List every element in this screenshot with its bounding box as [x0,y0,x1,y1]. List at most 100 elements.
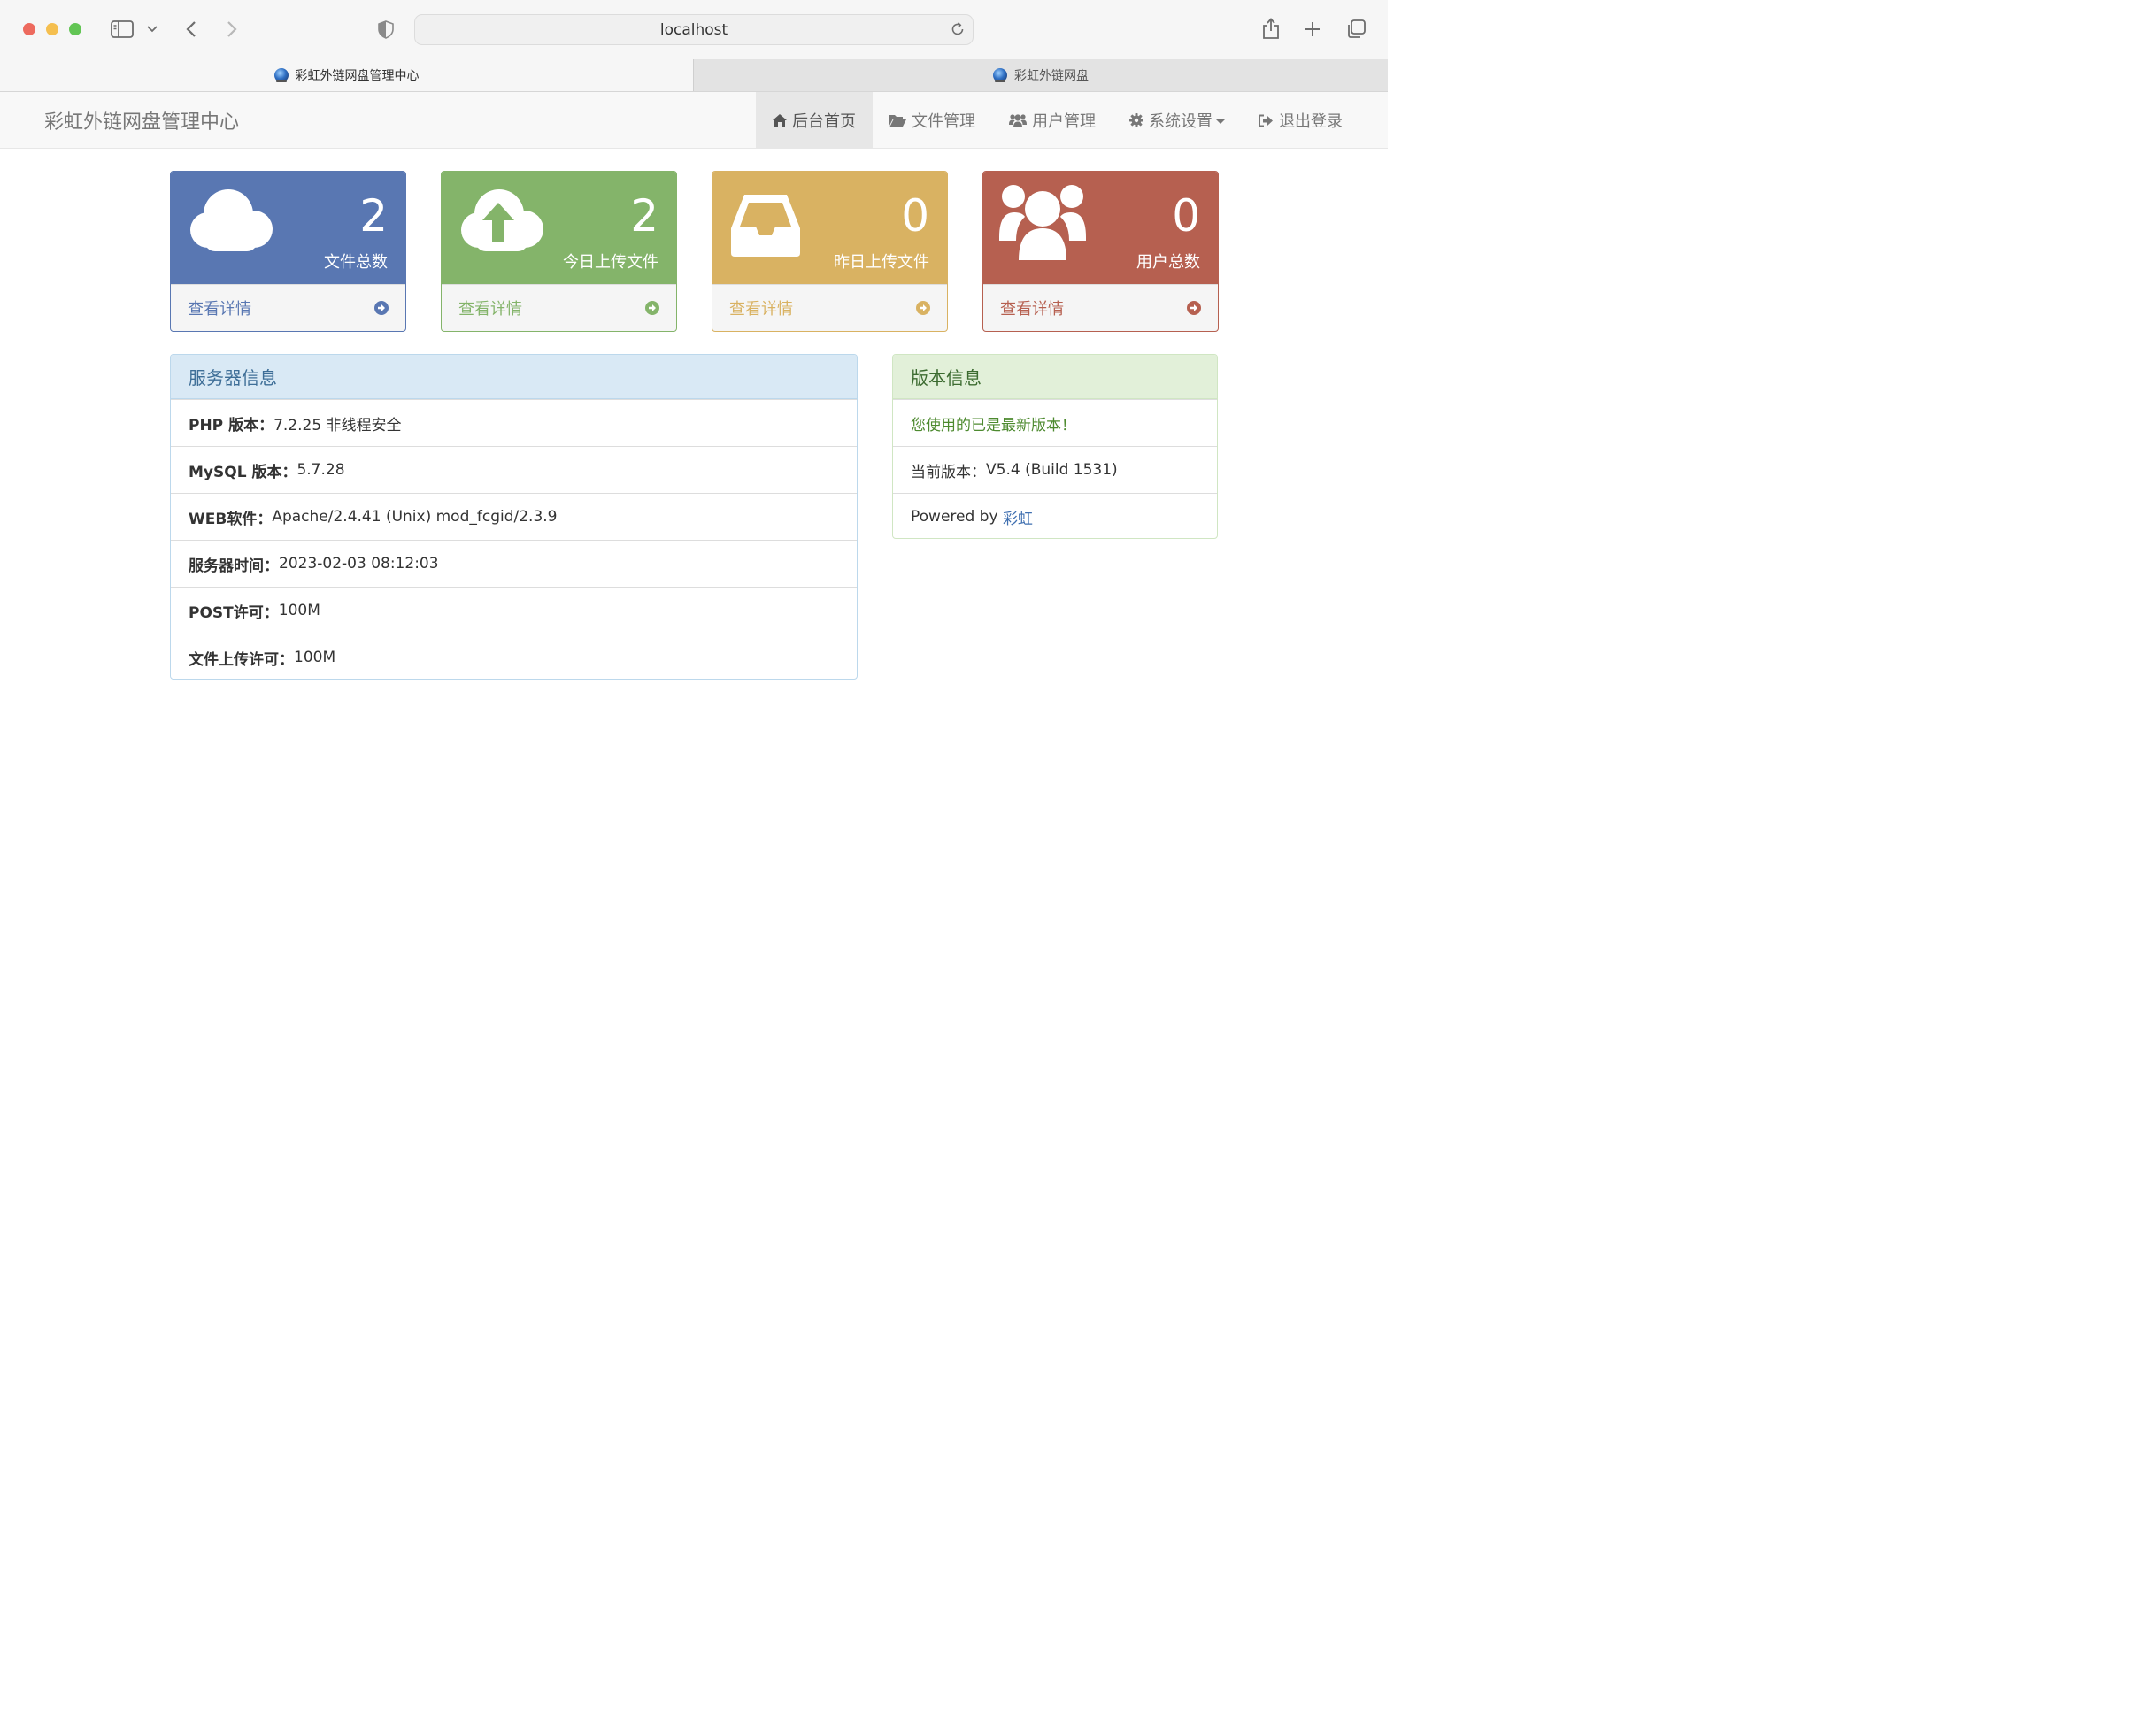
arrow-circle-right-icon [374,301,389,315]
cloud-upload-icon [461,189,543,251]
sidebar-toggle-icon[interactable] [110,19,135,40]
info-row-mysql: MySQL 版本： 5.7.28 [171,446,857,493]
close-window-button[interactable] [23,23,35,35]
stat-panel-today-uploads: 2 今日上传文件 查看详情 [441,171,677,332]
panel-title: 服务器信息 [171,355,857,399]
stat-panel-heading: 0 昨日上传文件 [712,172,947,284]
info-value: Apache/2.4.41 (Unix) mod_fcgid/2.3.9 [272,508,558,526]
nav-file-management[interactable]: 文件管理 [873,92,992,149]
latest-version-message: 您使用的已是最新版本！ [911,416,1076,434]
folder-open-icon [889,115,906,127]
view-details-label: 查看详情 [458,300,522,319]
chevron-down-icon[interactable] [145,23,159,35]
tab-admin-center[interactable]: 彩虹外链网盘管理中心 [0,59,693,91]
stat-panel-total-files: 2 文件总数 查看详情 [170,171,406,332]
nav-home[interactable]: 后台首页 [756,92,873,149]
info-value: 100M [294,649,336,666]
view-details-link[interactable]: 查看详情 [442,284,676,331]
stat-value: 2 [359,190,388,242]
view-details-label: 查看详情 [729,300,793,319]
users-icon [999,185,1086,260]
info-row-php: PHP 版本： 7.2.25 非线程安全 [171,399,857,446]
sign-out-icon [1259,114,1273,127]
stat-panel-total-users: 0 用户总数 查看详情 [982,171,1219,332]
nav-user-management[interactable]: 用户管理 [992,92,1113,149]
back-arrow-icon[interactable] [182,19,200,40]
view-details-label: 查看详情 [1000,300,1064,319]
stat-label: 昨日上传文件 [834,253,929,272]
privacy-shield-icon[interactable] [377,19,395,39]
info-row-post-limit: POST许可： 100M [171,587,857,634]
gear-icon [1129,113,1143,127]
tab-label: 彩虹外链网盘管理中心 [295,69,420,83]
panel-title: 版本信息 [893,355,1217,399]
forward-arrow-icon[interactable] [223,19,241,40]
main-nav: 后台首页 文件管理 用户管理 系统设置 退出登录 [756,92,1359,149]
address-text: localhost [659,20,728,39]
current-version-label: 当前版本： [911,463,986,481]
share-icon[interactable] [1260,16,1282,41]
view-details-link[interactable]: 查看详情 [712,284,947,331]
stat-value: 2 [630,190,658,242]
stat-label: 用户总数 [1136,253,1200,272]
info-key: POST许可： [189,603,279,622]
tab-overview-icon[interactable] [1344,18,1367,41]
reload-icon[interactable] [950,21,966,42]
favicon-icon [273,68,289,82]
nav-user-management-label: 用户管理 [1032,112,1096,131]
powered-by-link[interactable]: 彩虹 [1003,506,1033,528]
tab-label: 彩虹外链网盘 [1014,69,1089,83]
nav-logout[interactable]: 退出登录 [1242,92,1359,149]
new-tab-icon[interactable] [1303,19,1322,39]
current-version-row: 当前版本： V5.4 (Build 1531) [893,446,1217,493]
favicon-icon [993,68,1007,82]
view-details-link[interactable]: 查看详情 [983,284,1218,331]
info-value: 7.2.25 非线程安全 [273,416,402,434]
nav-file-management-label: 文件管理 [912,112,975,131]
users-icon [1009,114,1027,127]
inbox-icon [731,195,800,257]
stat-label: 今日上传文件 [563,253,658,272]
arrow-circle-right-icon [916,301,930,315]
cloud-icon [190,189,273,251]
zoom-window-button[interactable] [69,23,81,35]
info-row-server-time: 服务器时间： 2023-02-03 08:12:03 [171,540,857,587]
address-bar[interactable]: localhost [414,14,974,45]
view-details-label: 查看详情 [188,300,251,319]
info-key: 服务器时间： [189,557,279,575]
caret-down-icon [1216,119,1225,124]
nav-system-settings-label: 系统设置 [1149,112,1213,131]
info-key: 文件上传许可： [189,650,294,669]
arrow-circle-right-icon [645,301,659,315]
stat-value: 0 [1172,190,1200,242]
nav-logout-label: 退出登录 [1279,112,1343,131]
stat-panel-yesterday-uploads: 0 昨日上传文件 查看详情 [712,171,948,332]
info-value: 100M [278,602,320,619]
version-info-panel: 版本信息 您使用的已是最新版本！ 当前版本： V5.4 (Build 1531) … [892,354,1218,539]
tab-netdisk[interactable]: 彩虹外链网盘 [693,59,1388,91]
version-status-row: 您使用的已是最新版本！ [893,399,1217,446]
server-info-panel: 服务器信息 PHP 版本： 7.2.25 非线程安全 MySQL 版本： 5.7.2… [170,354,858,680]
stat-panel-heading: 2 文件总数 [171,172,405,284]
info-value: 2023-02-03 08:12:03 [279,555,439,573]
info-value: 5.7.28 [296,461,345,479]
home-icon [773,114,787,127]
view-details-link[interactable]: 查看详情 [171,284,405,331]
info-key: PHP 版本： [189,416,274,434]
stat-value: 0 [901,190,929,242]
info-row-web-server: WEB软件： Apache/2.4.41 (Unix) mod_fcgid/2.3… [171,493,857,540]
powered-by-label: Powered by [911,508,1003,526]
nav-system-settings[interactable]: 系统设置 [1113,92,1242,149]
stat-label: 文件总数 [324,253,388,272]
arrow-circle-right-icon [1187,301,1201,315]
info-key: WEB软件： [189,510,273,528]
brand-title[interactable]: 彩虹外链网盘管理中心 [44,92,239,149]
browser-toolbar: localhost [0,0,1388,59]
current-version-value: V5.4 (Build 1531) [986,461,1118,479]
top-navbar: 彩虹外链网盘管理中心 后台首页 文件管理 用户管理 系统设置 退出登录 [0,92,1388,149]
minimize-window-button[interactable] [46,23,58,35]
powered-by-row: Powered by 彩虹 [893,493,1217,538]
info-key: MySQL 版本： [189,463,297,481]
nav-home-label: 后台首页 [792,112,856,131]
stat-panel-heading: 0 用户总数 [983,172,1218,284]
